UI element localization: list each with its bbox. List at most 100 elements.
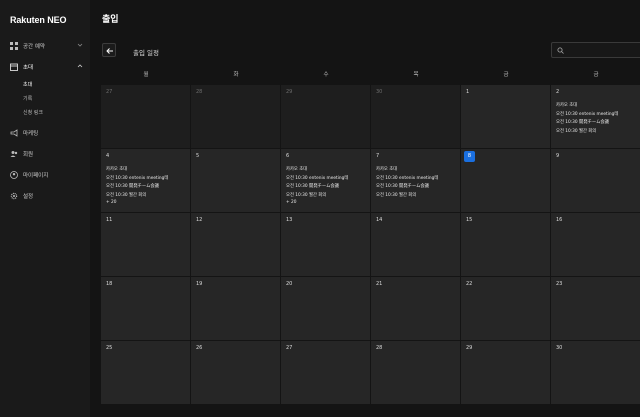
weekday-label: 금 — [593, 72, 599, 78]
calendar-day-cell[interactable]: 12 — [191, 213, 280, 276]
weekday-label: 화 — [233, 72, 239, 78]
calendar-event[interactable]: 오전 10:30 entenix meeting테 — [106, 175, 168, 181]
calendar-day-cell[interactable]: 27 — [281, 341, 370, 404]
calendar-event[interactable]: 오전 10:30 월간 회의 — [106, 192, 146, 198]
calendar-event[interactable]: 카카오 초대 — [106, 166, 127, 172]
schedule-subtitle: 출입 일정 — [133, 49, 159, 57]
calendar-day-cell[interactable]: 30 — [371, 85, 460, 148]
calendar-day-cell[interactable]: 28 — [191, 85, 280, 148]
back-button[interactable] — [102, 43, 116, 57]
sidebar-item-label: 회원 — [23, 152, 34, 158]
chevron-down-icon — [77, 43, 83, 47]
day-number: 18 — [106, 281, 113, 287]
calendar-day-cell[interactable]: 13 — [281, 213, 370, 276]
sidebar-subitem-request-link[interactable]: 신청 링크 — [23, 109, 43, 116]
calendar-day-cell[interactable]: 2 카카오 초대오전 10:30 entenix meeting테오전 10:30… — [551, 85, 640, 148]
calendar-event[interactable]: 카카오 초대 — [556, 102, 577, 108]
day-number: 21 — [376, 281, 383, 287]
day-number: 2 — [556, 89, 560, 95]
calendar-day-cell[interactable]: 16 — [551, 213, 640, 276]
user-circle-icon — [10, 171, 18, 179]
calendar-day-cell[interactable]: 27 — [101, 85, 190, 148]
calendar-day-cell[interactable]: 29 — [461, 341, 550, 404]
calendar-day-cell[interactable]: 8 — [461, 149, 550, 212]
calendar-event[interactable]: 오전 10:30 월간 회의 — [376, 192, 416, 198]
day-number: 27 — [106, 89, 113, 95]
day-number: 29 — [286, 89, 293, 95]
calendar-day-cell[interactable]: 9 — [551, 149, 640, 212]
calendar-event[interactable]: 오전 10:30 월간 회의 — [556, 128, 596, 134]
calendar-day-cell[interactable]: 14 — [371, 213, 460, 276]
day-number: 26 — [196, 345, 203, 351]
day-number: 20 — [286, 281, 293, 287]
sidebar-item-mypage[interactable]: 마이페이지 — [0, 168, 90, 182]
calendar-day-cell[interactable]: 1 — [461, 85, 550, 148]
search-input[interactable] — [551, 42, 640, 58]
day-number: 25 — [106, 345, 113, 351]
calendar-day-cell[interactable]: 18 — [101, 277, 190, 340]
weekday-header: 월화수목금금 — [101, 67, 640, 83]
sidebar-item-space-reservation[interactable]: 공간 예약 — [0, 39, 90, 53]
calendar-event[interactable]: 오전 10:30 開発チーム会議 — [286, 183, 339, 189]
day-number: 1 — [466, 89, 470, 95]
calendar-event[interactable]: 오전 10:30 entenix meeting테 — [556, 111, 618, 117]
calendar-day-cell[interactable]: 29 — [281, 85, 370, 148]
app-logo[interactable]: Rakuten NEO — [10, 15, 67, 25]
chevron-up-icon — [77, 64, 83, 68]
day-number: 11 — [106, 217, 113, 223]
sidebar-item-settings[interactable]: 설정 — [0, 189, 90, 203]
calendar-day-cell[interactable]: 23 — [551, 277, 640, 340]
weekday-label: 수 — [323, 72, 329, 78]
day-number: 27 — [286, 345, 293, 351]
day-number: 22 — [466, 281, 473, 287]
grid-icon — [10, 42, 18, 50]
calendar-day-cell[interactable]: 6 카카오 초대오전 10:30 entenix meeting테오전 10:30… — [281, 149, 370, 212]
calendar-day-cell[interactable]: 7 카카오 초대오전 10:30 entenix meeting테오전 10:30… — [371, 149, 460, 212]
weekday-label: 월 — [143, 72, 149, 78]
day-number: 4 — [106, 153, 110, 159]
calendar-event[interactable]: 오전 10:30 월간 회의 — [286, 192, 326, 198]
day-number: 6 — [286, 153, 290, 159]
calendar-day-cell[interactable]: 21 — [371, 277, 460, 340]
calendar-day-cell[interactable]: 19 — [191, 277, 280, 340]
users-icon — [10, 151, 18, 157]
calendar-event[interactable]: 오전 10:30 開発チーム会議 — [106, 183, 159, 189]
sidebar-item-label: 마이페이지 — [23, 173, 49, 179]
more-events-link[interactable]: + 20 — [106, 200, 116, 205]
today-date-badge: 8 — [464, 151, 475, 162]
calendar-day-cell[interactable]: 25 — [101, 341, 190, 404]
page-title: 출입 — [102, 15, 119, 25]
more-events-link[interactable]: + 20 — [286, 200, 296, 205]
calendar-event[interactable]: 오전 10:30 entenix meeting테 — [286, 175, 348, 181]
calendar-event[interactable]: 오전 10:30 開発チーム会議 — [376, 183, 429, 189]
calendar-day-cell[interactable]: 28 — [371, 341, 460, 404]
sidebar-item-label: 마케팅 — [23, 131, 39, 137]
sidebar-item-marketing[interactable]: 마케팅 — [0, 126, 90, 140]
calendar-event[interactable]: 오전 10:30 entenix meeting테 — [376, 175, 438, 181]
calendar-day-cell[interactable]: 15 — [461, 213, 550, 276]
day-number: 12 — [196, 217, 203, 223]
day-number: 19 — [196, 281, 203, 287]
calendar-event[interactable]: 카카오 초대 — [286, 166, 307, 172]
sidebar-subitem-history[interactable]: 기록 — [23, 95, 32, 102]
weekday-label: 목 — [413, 72, 419, 78]
megaphone-icon — [10, 129, 18, 137]
calendar-day-cell[interactable]: 30 — [551, 341, 640, 404]
day-number: 13 — [286, 217, 293, 223]
calendar-event[interactable]: 카카오 초대 — [376, 166, 397, 172]
sidebar-item-invite[interactable]: 초대 — [0, 60, 90, 74]
day-number: 7 — [376, 153, 380, 159]
sidebar: Rakuten NEO 공간 예약 초대 초대 기록 신청 링크 마케팅 회원 … — [0, 0, 90, 417]
calendar-day-cell[interactable]: 11 — [101, 213, 190, 276]
sidebar-item-label: 설정 — [23, 194, 34, 200]
gear-icon — [10, 192, 18, 200]
calendar-day-cell[interactable]: 26 — [191, 341, 280, 404]
calendar-day-cell[interactable]: 4 카카오 초대오전 10:30 entenix meeting테오전 10:30… — [101, 149, 190, 212]
calendar-day-cell[interactable]: 20 — [281, 277, 370, 340]
calendar-event[interactable]: 오전 10:30 開発チーム会議 — [556, 119, 609, 125]
sidebar-item-members[interactable]: 회원 — [0, 147, 90, 161]
calendar-day-cell[interactable]: 5 — [191, 149, 280, 212]
sidebar-subitem-invite[interactable]: 초대 — [23, 81, 32, 88]
calendar-day-cell[interactable]: 22 — [461, 277, 550, 340]
day-number: 15 — [466, 217, 473, 223]
